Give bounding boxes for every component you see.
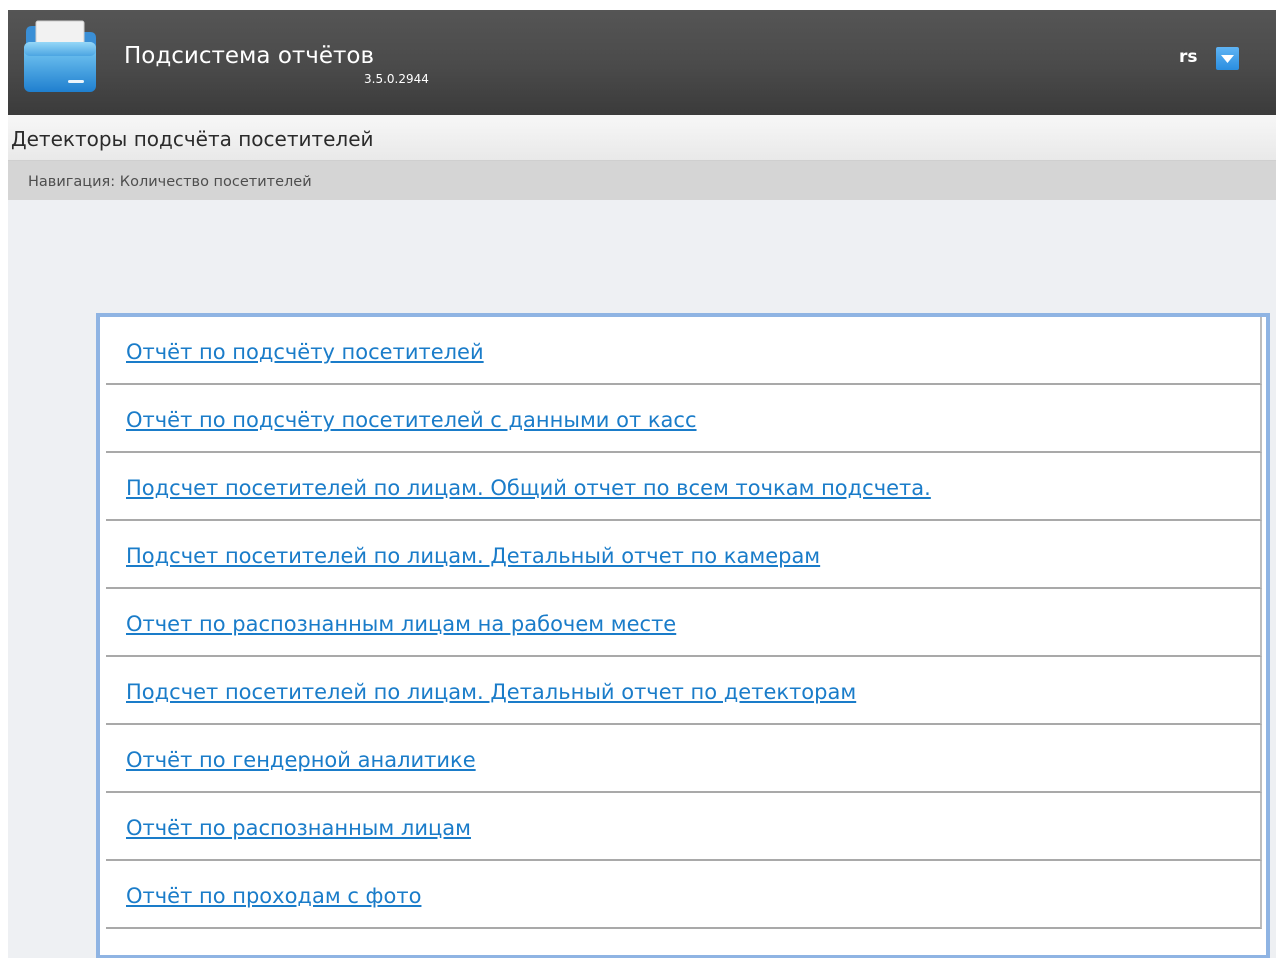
list-item: Подсчет посетителей по лицам. Детальный … bbox=[106, 657, 1262, 725]
list-item: Отчёт по подсчёту посетителей с данными … bbox=[106, 385, 1262, 453]
list-item: Отчёт по гендерной аналитике bbox=[106, 725, 1262, 793]
list-item: Отчет по распознанным лицам на рабочем м… bbox=[106, 589, 1262, 657]
list-item: Отчёт по распознанным лицам bbox=[106, 793, 1262, 861]
list-item: Отчёт по подсчёту посетителей bbox=[106, 317, 1262, 385]
user-menu-button[interactable] bbox=[1216, 47, 1239, 70]
folder-icon bbox=[22, 18, 98, 94]
report-list: Отчёт по подсчёту посетителей Отчёт по п… bbox=[100, 317, 1266, 929]
list-item: Отчёт по проходам с фото bbox=[106, 861, 1262, 929]
report-link[interactable]: Отчёт по подсчёту посетителей с данными … bbox=[126, 407, 697, 433]
report-link[interactable]: Отчёт по гендерной аналитике bbox=[126, 747, 476, 773]
app-title: Подсистема отчётов bbox=[124, 43, 375, 69]
section-bar: Детекторы подсчёта посетителей bbox=[8, 115, 1276, 161]
page: Подсистема отчётов 3.5.0.2944 rs Детекто… bbox=[8, 10, 1276, 958]
report-link[interactable]: Отчёт по подсчёту посетителей bbox=[126, 339, 484, 365]
report-link[interactable]: Подсчет посетителей по лицам. Детальный … bbox=[126, 543, 820, 569]
report-link[interactable]: Отчёт по проходам с фото bbox=[126, 883, 421, 909]
breadcrumb-text: Навигация: Количество посетителей bbox=[28, 174, 312, 190]
list-item: Подсчет посетителей по лицам. Детальный … bbox=[106, 521, 1262, 589]
app-version: 3.5.0.2944 bbox=[364, 72, 429, 86]
report-link[interactable]: Отчёт по распознанным лицам bbox=[126, 815, 471, 841]
page-title: Детекторы подсчёта посетителей bbox=[11, 127, 374, 151]
report-link[interactable]: Подсчет посетителей по лицам. Детальный … bbox=[126, 679, 856, 705]
app-header: Подсистема отчётов 3.5.0.2944 rs bbox=[8, 10, 1276, 115]
report-link[interactable]: Отчет по распознанным лицам на рабочем м… bbox=[126, 611, 676, 637]
list-item: Подсчет посетителей по лицам. Общий отче… bbox=[106, 453, 1262, 521]
user-name[interactable]: rs bbox=[1179, 47, 1198, 67]
breadcrumb: Навигация: Количество посетителей bbox=[8, 161, 1276, 200]
reports-panel: Отчёт по подсчёту посетителей Отчёт по п… bbox=[96, 313, 1270, 958]
report-link[interactable]: Подсчет посетителей по лицам. Общий отче… bbox=[126, 475, 931, 501]
chevron-down-icon bbox=[1221, 55, 1234, 63]
